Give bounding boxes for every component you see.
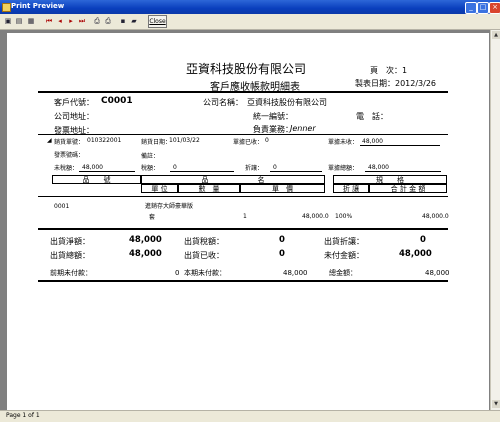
received: 0 xyxy=(265,137,269,144)
scroll-up-icon[interactable]: ▲ xyxy=(492,31,500,39)
print-setup-icon[interactable]: ⎙ xyxy=(103,16,113,26)
summary-rule xyxy=(38,280,448,282)
header-rule xyxy=(38,91,448,93)
printer-icon[interactable]: ⎙ xyxy=(92,16,102,26)
tax-id-label: 統一編號： xyxy=(253,112,293,121)
scroll-down-icon[interactable]: ▼ xyxy=(492,400,500,408)
col-header-amount: 合 計 金 額 xyxy=(369,184,447,193)
total-ship-label: 出貨總額： xyxy=(50,251,90,260)
single-page-icon[interactable]: ▣ xyxy=(3,16,13,26)
discount-underline xyxy=(270,171,322,172)
ship-disc-label: 出貨折讓： xyxy=(324,237,364,246)
cur-unpaid: 48,000 xyxy=(283,269,308,277)
app-icon xyxy=(2,3,11,12)
company-address-label: 公司地址： xyxy=(54,112,94,121)
row-price: 48,000.0 xyxy=(302,213,329,220)
col-header-unit: 單 位 xyxy=(141,184,178,193)
untaxed-label: 未稅額： xyxy=(54,165,79,172)
toolbar: ▣ ▤ ▦ ⏮ ◂ ▸ ⏭ ⎙ ⎙ ▪ ▰ Close xyxy=(0,14,500,30)
customer-rule xyxy=(38,134,448,135)
customer-code-label: 客戶代號： xyxy=(54,98,94,107)
row-code: 0001 xyxy=(54,203,70,210)
tax-label: 稅額： xyxy=(141,165,160,172)
status-bar: Page 1 of 1 xyxy=(0,410,500,422)
report-page: 亞資科技股份有限公司 客戶應收帳款明細表 頁 次：1 製表日期：2012/3/2… xyxy=(7,33,489,410)
row-marker-icon: ◢ xyxy=(47,137,52,144)
cur-unpaid-label: 本期未付款： xyxy=(184,269,226,277)
next-page-icon[interactable]: ▸ xyxy=(66,16,76,26)
row-qty: 1 xyxy=(243,213,247,220)
unpaid: 48,000 xyxy=(399,249,432,259)
grand-total: 48,000 xyxy=(425,269,450,277)
company-name-label: 公司名稱： xyxy=(203,98,243,107)
ship-recv-label: 出貨已收： xyxy=(184,251,224,260)
col-header-qty: 數 量 xyxy=(178,184,240,193)
received-label: 單據已收： xyxy=(233,139,264,146)
prev-unpaid-label: 前期未付款： xyxy=(50,269,92,277)
col-header-disc: 折 讓 xyxy=(333,184,369,193)
prev-unpaid: 0 xyxy=(175,269,180,277)
net-ship: 48,000 xyxy=(129,235,162,245)
company-title: 亞資科技股份有限公司 xyxy=(186,62,307,76)
two-pages-icon[interactable]: ▤ xyxy=(14,16,24,26)
ship-tax: 0 xyxy=(279,235,285,245)
minimize-button[interactable]: _ xyxy=(465,2,477,14)
window-close-button[interactable]: × xyxy=(489,2,500,14)
customer-code: C0001 xyxy=(101,96,133,106)
save-icon[interactable]: ▪ xyxy=(118,16,128,26)
detail-rule xyxy=(38,228,448,230)
row-disc: 100% xyxy=(335,213,353,220)
page-number: 頁 次：1 xyxy=(370,66,408,75)
sale-no-label: 銷貨單號： xyxy=(54,139,85,146)
row-unit: 套 xyxy=(149,214,156,221)
col-header-name: 品 名 xyxy=(141,175,325,184)
invoice-no-label: 發票號碼： xyxy=(54,152,85,159)
total-underline xyxy=(365,171,441,172)
sale-date-label: 銷貨日期： xyxy=(141,139,172,146)
close-button[interactable]: Close xyxy=(148,15,167,28)
sale-date: 101/03/22 xyxy=(169,137,200,144)
total-label: 單據總額： xyxy=(328,165,359,172)
tax-underline xyxy=(170,171,234,172)
sale-no: 010322001 xyxy=(87,137,122,144)
untaxed: 48,000 xyxy=(82,164,103,171)
phone-label: 電 話： xyxy=(356,112,388,121)
ship-recv: 0 xyxy=(279,249,285,259)
unreceived: 48,000 xyxy=(362,138,383,145)
grand-total-label: 總金額： xyxy=(329,269,357,277)
report-date: 製表日期：2012/3/26 xyxy=(355,79,437,88)
unreceived-underline xyxy=(360,145,440,146)
net-ship-label: 出貨淨額： xyxy=(50,237,90,246)
last-page-icon[interactable]: ⏭ xyxy=(77,16,87,26)
ship-disc: 0 xyxy=(420,235,426,245)
total-ship: 48,000 xyxy=(129,249,162,259)
maximize-button[interactable]: □ xyxy=(477,2,489,14)
open-folder-icon[interactable]: ▰ xyxy=(129,16,139,26)
unpaid-label: 未付金額： xyxy=(324,251,364,260)
first-page-icon[interactable]: ⏮ xyxy=(44,16,54,26)
zoom-icon[interactable]: ▦ xyxy=(26,16,36,26)
discount: 0 xyxy=(273,164,277,171)
unreceived-label: 單據未收： xyxy=(328,139,359,146)
page-status: Page 1 of 1 xyxy=(6,412,40,419)
untaxed-underline xyxy=(79,171,135,172)
company-name: 亞資科技股份有限公司 xyxy=(247,98,327,107)
col-header-price: 單 價 xyxy=(240,184,325,193)
ship-tax-label: 出貨稅額： xyxy=(184,237,224,246)
discount-label: 折讓： xyxy=(245,165,264,172)
col-header-code: 品 號 xyxy=(52,175,141,184)
row-amount: 48,000.0 xyxy=(422,213,449,220)
total: 48,000 xyxy=(368,164,389,171)
col-header-spec: 規 格 xyxy=(333,175,447,184)
prev-page-icon[interactable]: ◂ xyxy=(55,16,65,26)
vertical-scrollbar[interactable]: ▲ ▼ xyxy=(490,30,500,410)
title-bar: Print Preview _ □ × xyxy=(0,0,500,14)
note-label: 備註： xyxy=(141,153,160,160)
tax: 0 xyxy=(173,164,177,171)
sales-rep: Jenner xyxy=(290,124,316,133)
window-title: Print Preview xyxy=(11,2,65,10)
table-header-rule xyxy=(38,196,448,197)
row-name: 進銷存大師豪華版 xyxy=(145,203,194,210)
